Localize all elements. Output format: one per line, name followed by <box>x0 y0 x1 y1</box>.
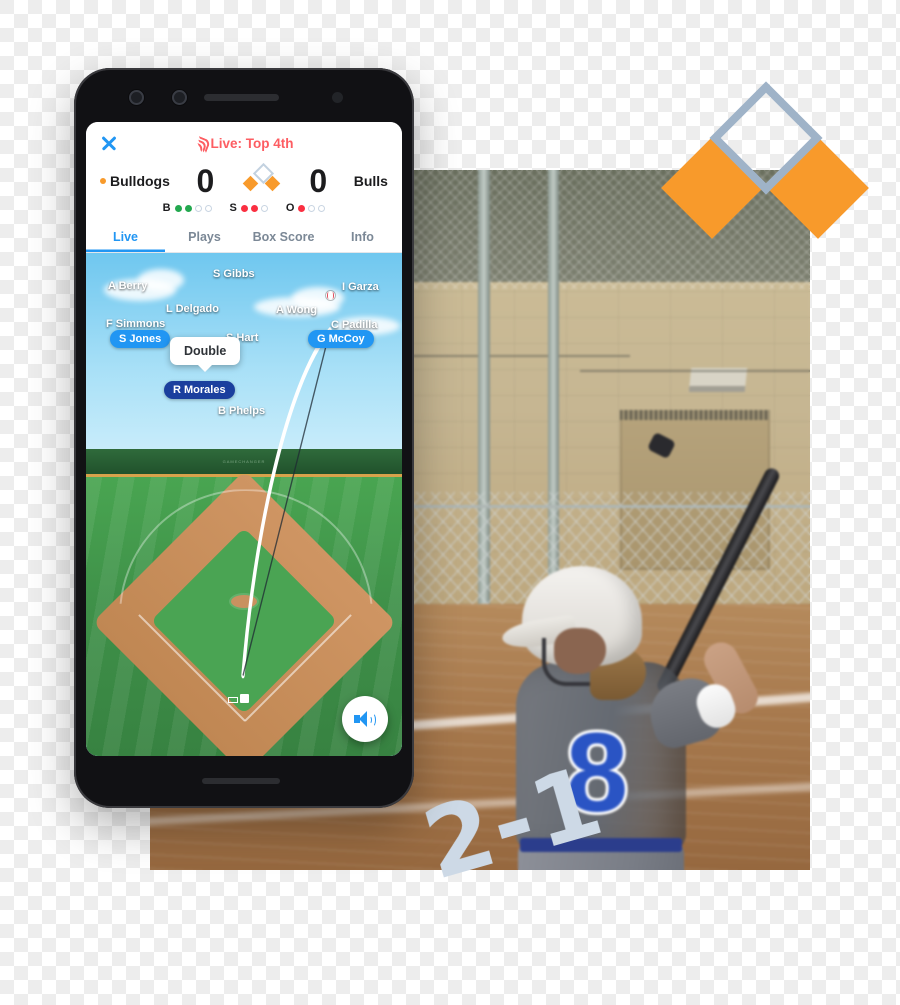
strike-pip <box>260 204 268 212</box>
out-pip <box>308 204 316 212</box>
third-base-indicator <box>242 175 259 192</box>
ball-pip <box>194 204 202 212</box>
tab-box-score[interactable]: Box Score <box>244 221 323 252</box>
outs-label: O <box>285 202 295 214</box>
live-status-label: Live: Top 4th <box>210 135 294 151</box>
header-row: Live: Top 4th <box>96 128 392 158</box>
balls-label: B <box>162 202 171 214</box>
phone-mockup: Live: Top 4th Bulldogs 0 0 Bulls B S O L… <box>74 68 414 808</box>
ball-marker-icon <box>326 291 335 300</box>
fielder-label: S Gibbs <box>213 268 255 280</box>
fielder-label: A Berry <box>108 280 148 292</box>
outs-group: O <box>286 202 326 214</box>
field-view: GAMECHANGER S Gibbs A Berry I Garza L De… <box>86 253 402 756</box>
balls-group: B <box>163 202 212 214</box>
live-status: Live: Top 4th <box>96 135 392 153</box>
out-pip <box>318 204 326 212</box>
app-header: Live: Top 4th Bulldogs 0 0 Bulls B S O <box>86 122 402 221</box>
tab-bar: Live Plays Box Score Info <box>86 221 402 253</box>
ball-pip <box>184 204 192 212</box>
audio-toggle-button[interactable] <box>342 696 388 742</box>
away-runs: 0 <box>196 163 215 199</box>
ball-pip <box>174 204 182 212</box>
app-screen: Live: Top 4th Bulldogs 0 0 Bulls B S O L… <box>86 122 402 756</box>
bottom-speaker <box>202 778 280 784</box>
runner-pill-first[interactable]: G McCoy <box>308 330 374 348</box>
tab-plays[interactable]: Plays <box>165 221 244 252</box>
front-camera-icon <box>129 90 144 105</box>
away-team-name: Bulldogs <box>110 173 170 189</box>
proximity-sensor-icon <box>332 92 343 103</box>
play-result-tooltip: Double <box>170 337 241 372</box>
screenshot-stage: 8 2-1 Live: Top 4th Bulldogs 0 0 Bulls B… <box>0 0 900 1005</box>
broadcast-icon <box>193 135 211 153</box>
batter-pill[interactable]: R Morales <box>164 381 235 399</box>
strike-pip <box>240 204 248 212</box>
volume-icon <box>354 710 376 728</box>
fielder-label: A Wong <box>276 304 317 316</box>
fielder-label: B Phelps <box>218 405 266 417</box>
strike-pip <box>250 204 258 212</box>
count-indicators: B S O <box>96 200 392 221</box>
ball-pip <box>204 204 212 212</box>
phone-top-bezel <box>74 68 414 122</box>
front-camera-secondary-icon <box>172 90 187 105</box>
fielder-label: L Delgado <box>166 303 219 315</box>
tab-info[interactable]: Info <box>323 221 402 252</box>
home-team: Bulls <box>354 173 388 189</box>
scoreboard: Bulldogs 0 0 Bulls <box>96 158 392 200</box>
earpiece-speaker <box>204 94 279 101</box>
possession-dot-icon <box>100 178 106 184</box>
away-team: Bulldogs <box>100 173 170 189</box>
fielder-label: I Garza <box>342 281 379 293</box>
home-runs: 0 <box>309 163 328 199</box>
tab-live[interactable]: Live <box>86 221 165 252</box>
strikes-group: S <box>230 202 268 214</box>
fielder-label: F Simmons <box>106 318 166 330</box>
base-diamond <box>241 162 283 197</box>
runner-pill-third[interactable]: S Jones <box>110 330 171 348</box>
home-team-name: Bulls <box>353 173 388 189</box>
strikes-label: S <box>229 202 237 214</box>
out-pip <box>298 204 306 212</box>
